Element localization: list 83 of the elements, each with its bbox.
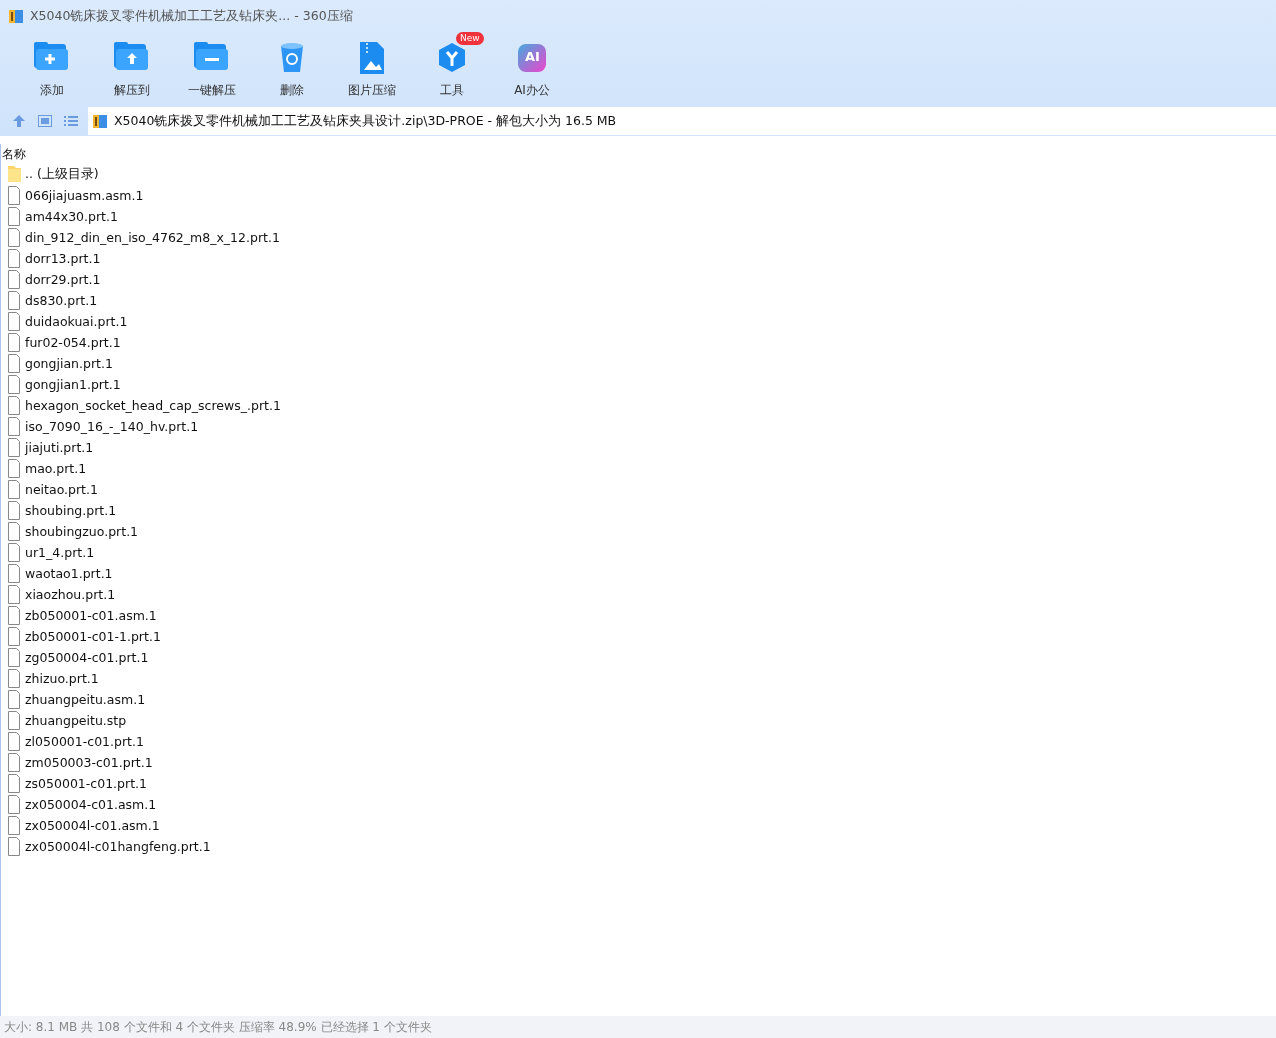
document-icon xyxy=(7,249,21,268)
toolbar-button[interactable]: 图片压缩 xyxy=(332,32,412,106)
document-icon xyxy=(7,228,21,247)
file-name[interactable]: shoubingzuo.prt.1 xyxy=(25,524,139,539)
status-bar: 大小: 8.1 MB 共 108 个文件和 4 个文件夹 压缩率 48.9% 已经选择 1 个文件夹 xyxy=(0,1016,1276,1038)
document-icon xyxy=(7,396,21,415)
file-name[interactable]: shoubing.prt.1 xyxy=(25,503,117,518)
toolbar-button[interactable]: 解压到 xyxy=(92,32,172,106)
document-icon xyxy=(7,480,21,499)
file-name[interactable]: zl050001-c01.prt.1 xyxy=(25,734,144,749)
document-icon xyxy=(7,753,21,772)
file-name[interactable]: zb050001-c01.asm.1 xyxy=(25,608,157,623)
document-icon xyxy=(7,354,21,373)
file-name[interactable]: zg050004-c01.prt.1 xyxy=(25,650,149,665)
file-name[interactable]: waotao1.prt.1 xyxy=(25,566,113,581)
document-icon xyxy=(7,774,21,793)
file-name[interactable]: zx050004-c01.asm.1 xyxy=(25,797,157,812)
new-badge: New xyxy=(456,32,484,45)
file-name[interactable]: ds830.prt.1 xyxy=(25,293,98,308)
file-name[interactable]: dorr29.prt.1 xyxy=(25,272,101,287)
file-name[interactable]: neitao.prt.1 xyxy=(25,482,98,497)
file-name[interactable]: dorr13.prt.1 xyxy=(25,251,101,266)
document-icon xyxy=(7,438,21,457)
toolbar-button[interactable]: New 工具 xyxy=(412,32,492,106)
document-icon xyxy=(7,417,21,436)
document-icon xyxy=(7,291,21,310)
file-name[interactable]: mao.prt.1 xyxy=(25,461,87,476)
document-icon xyxy=(7,711,21,730)
document-icon xyxy=(7,732,21,751)
document-icon xyxy=(7,585,21,604)
document-icon xyxy=(7,669,21,688)
archive-icon xyxy=(8,8,24,24)
file-name[interactable]: iso_7090_16_-_140_hv.prt.1 xyxy=(25,419,199,434)
document-icon xyxy=(7,648,21,667)
file-name[interactable]: am44x30.prt.1 xyxy=(25,209,118,224)
file-name[interactable]: jiajuti.prt.1 xyxy=(25,440,94,455)
file-name[interactable]: gongjian1.prt.1 xyxy=(25,377,121,392)
archive-icon xyxy=(92,113,108,129)
toolbar-button[interactable]: 一键解压 xyxy=(172,32,252,106)
file-name[interactable]: hexagon_socket_head_cap_screws_.prt.1 xyxy=(25,398,281,413)
document-icon xyxy=(7,270,21,289)
document-icon xyxy=(7,459,21,478)
document-icon xyxy=(7,333,21,352)
file-name[interactable]: zx050004l-c01.asm.1 xyxy=(25,818,160,833)
document-icon xyxy=(7,207,21,226)
document-icon xyxy=(7,312,21,331)
address-bar[interactable]: X5040铣床拨叉零件机械加工工艺及钻床夹具设计.zip\3D-PROE - 解包大小为 16.5 MB xyxy=(88,107,1276,135)
document-icon xyxy=(7,543,21,562)
file-name[interactable]: zs050001-c01.prt.1 xyxy=(25,776,147,791)
document-icon xyxy=(7,375,21,394)
toolbar-button[interactable]: 添加 xyxy=(12,32,92,106)
address-path: X5040铣床拨叉零件机械加工工艺及钻床夹具设计.zip\3D-PROE - 解包大小为 16.5 MB xyxy=(114,112,617,130)
window-title: X5040铣床拨叉零件机械加工工艺及钻床夹... - 360压缩 xyxy=(30,7,353,25)
document-icon xyxy=(7,606,21,625)
document-icon xyxy=(7,816,21,835)
toolbar-button[interactable]: 删除 xyxy=(252,32,332,106)
file-name[interactable]: ur1_4.prt.1 xyxy=(25,545,95,560)
file-name[interactable]: zm050003-c01.prt.1 xyxy=(25,755,153,770)
file-name[interactable]: gongjian.prt.1 xyxy=(25,356,113,371)
document-icon xyxy=(7,501,21,520)
file-name[interactable]: 066jiajuasm.asm.1 xyxy=(25,188,144,203)
file-name[interactable]: fur02-054.prt.1 xyxy=(25,335,121,350)
toolbar-button[interactable]: AI AI办公 xyxy=(492,32,572,106)
document-icon xyxy=(7,522,21,541)
file-name[interactable]: .. (上级目录) xyxy=(25,166,99,183)
document-icon xyxy=(7,186,21,205)
file-name[interactable]: zhuangpeitu.asm.1 xyxy=(25,692,146,707)
ai-logo-text: AI xyxy=(525,50,540,64)
file-name[interactable]: duidaokuai.prt.1 xyxy=(25,314,128,329)
file-name[interactable]: zhuangpeitu.stp xyxy=(25,713,127,728)
document-icon xyxy=(7,627,21,646)
document-icon xyxy=(7,795,21,814)
folder-icon xyxy=(7,165,21,184)
file-name[interactable]: zhizuo.prt.1 xyxy=(25,671,99,686)
document-icon xyxy=(7,690,21,709)
file-name[interactable]: din_912_din_en_iso_4762_m8_x_12.prt.1 xyxy=(25,230,280,245)
file-name[interactable]: zx050004l-c01hangfeng.prt.1 xyxy=(25,839,211,854)
thumbnail-view-icon[interactable] xyxy=(36,112,54,130)
column-header[interactable]: 名称 xyxy=(2,145,26,163)
file-name[interactable]: zb050001-c01-1.prt.1 xyxy=(25,629,161,644)
document-icon xyxy=(7,564,21,583)
file-name[interactable]: xiaozhou.prt.1 xyxy=(25,587,116,602)
document-icon xyxy=(7,837,21,856)
